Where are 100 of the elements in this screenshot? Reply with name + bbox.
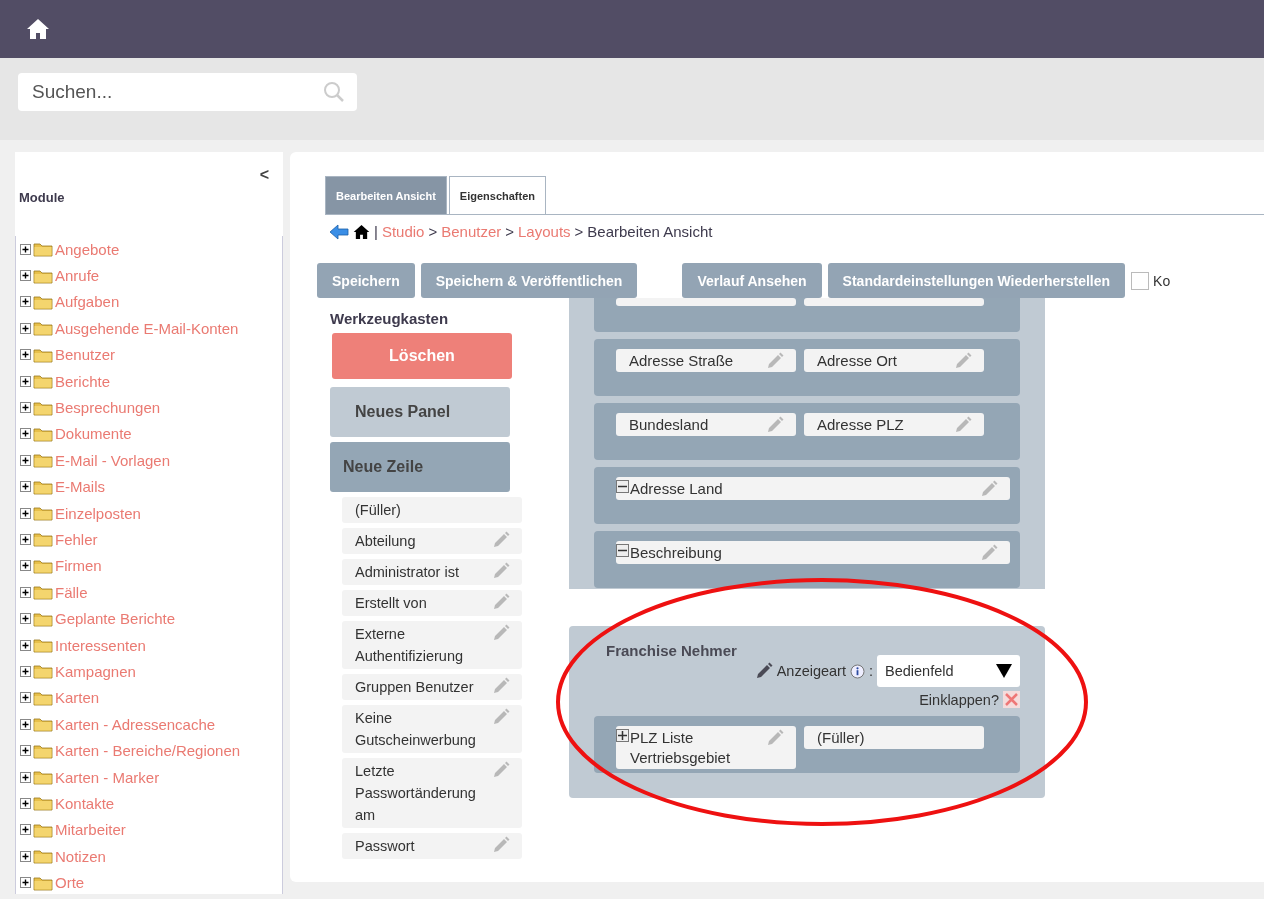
layout-field[interactable]: Bundesland	[616, 413, 796, 436]
module-link[interactable]: Dokumente	[55, 425, 132, 443]
folder-icon	[33, 452, 53, 469]
plus-icon[interactable]	[20, 692, 31, 704]
plus-icon[interactable]	[20, 375, 31, 387]
delete-button[interactable]: Löschen	[332, 333, 512, 379]
search-input[interactable]: Suchen...	[30, 80, 323, 104]
plus-icon[interactable]	[20, 665, 31, 677]
plus-icon[interactable]	[20, 850, 31, 862]
module-link[interactable]: Interessenten	[55, 636, 146, 654]
plus-icon[interactable]	[20, 322, 31, 334]
plus-icon[interactable]	[20, 534, 31, 545]
plus-icon[interactable]	[616, 729, 629, 742]
tab[interactable]: Eigenschaften	[448, 176, 547, 214]
breadcrumb-link[interactable]: Layouts	[518, 223, 571, 240]
display-type-select[interactable]: Bedienfeld	[877, 655, 1020, 687]
module-link[interactable]: Karten - Adressencache	[55, 715, 216, 733]
breadcrumb-link[interactable]: Benutzer	[441, 223, 502, 240]
layout-field[interactable]: (Füller)	[804, 726, 984, 749]
plus-icon[interactable]	[20, 824, 31, 836]
layout-field[interactable]	[804, 298, 984, 306]
collapse-toggle[interactable]	[1003, 691, 1020, 708]
module-link[interactable]: Karten - Marker	[55, 768, 160, 786]
module-link[interactable]: Geplante Berichte	[55, 610, 176, 628]
plus-icon[interactable]	[20, 349, 31, 361]
module-link[interactable]: Orte	[55, 874, 85, 892]
module-link[interactable]: Notizen	[55, 847, 106, 865]
module-link[interactable]: Kontakte	[55, 794, 115, 812]
new-panel-block[interactable]: Neues Panel	[330, 387, 510, 437]
folder-icon	[33, 874, 53, 891]
toolbox-field[interactable]: Keine Gutscheinwerbung	[342, 705, 522, 753]
plus-icon[interactable]	[20, 877, 31, 889]
module-link[interactable]: Karten - Bereiche/Regionen	[55, 742, 241, 760]
module-link[interactable]: Kampagnen	[55, 662, 136, 680]
layout-field[interactable]: Beschreibung	[616, 541, 1010, 564]
toolbox-field[interactable]: (Füller)	[342, 497, 522, 523]
info-icon[interactable]	[849, 663, 865, 679]
folder-icon	[33, 346, 53, 363]
minus-icon[interactable]	[616, 480, 629, 493]
plus-icon[interactable]	[20, 481, 31, 493]
collapse-button[interactable]: <	[259, 166, 269, 184]
module-link[interactable]: Firmen	[55, 557, 102, 575]
module-link[interactable]: Benutzer	[55, 346, 116, 364]
checkbox[interactable]	[1131, 271, 1150, 290]
toolbar-button[interactable]: Verlauf Ansehen	[682, 263, 822, 298]
module-link[interactable]: Aufgaben	[55, 293, 120, 311]
module-link[interactable]: Mitarbeiter	[55, 821, 126, 839]
back-arrow-icon[interactable]	[329, 223, 349, 240]
plus-icon[interactable]	[20, 402, 31, 414]
toolbox-field[interactable]: Erstellt von	[342, 590, 522, 616]
home-icon[interactable]	[353, 223, 370, 240]
plus-icon[interactable]	[20, 745, 31, 757]
module-link[interactable]: Anrufe	[55, 267, 100, 285]
module-link[interactable]: Angebote	[55, 240, 120, 258]
module-link[interactable]: Karten	[55, 689, 100, 707]
module-link[interactable]: Besprechungen	[55, 399, 161, 417]
module-link[interactable]: Fälle	[55, 583, 88, 601]
plus-icon[interactable]	[20, 586, 31, 598]
toolbox-field[interactable]: Externe Authentifizierung	[342, 621, 522, 669]
toolbar-button[interactable]: Standardeinstellungen Wiederherstellen	[827, 263, 1126, 298]
tab[interactable]: Bearbeiten Ansicht	[325, 176, 447, 214]
panel-title: Franchise Nehmer	[606, 642, 738, 659]
plus-icon[interactable]	[20, 243, 31, 255]
toolbox-field[interactable]: Administrator ist	[342, 559, 522, 585]
plus-icon[interactable]	[20, 613, 31, 625]
toolbar-button[interactable]: Speichern	[317, 263, 415, 298]
layout-field[interactable]: Adresse Ort	[804, 349, 984, 372]
module-link[interactable]: E-Mails	[55, 478, 105, 496]
plus-icon[interactable]	[20, 507, 31, 519]
new-row-block[interactable]: Neue Zeile	[330, 442, 510, 492]
module-link[interactable]: Einzelposten	[55, 504, 141, 522]
search-field[interactable]: Suchen...	[18, 73, 357, 111]
plus-icon[interactable]	[20, 639, 31, 651]
toolbox-field[interactable]: Letzte Passwortänderung am	[342, 758, 522, 828]
plus-icon[interactable]	[20, 771, 31, 783]
plus-icon[interactable]	[20, 718, 31, 730]
layout-field[interactable]	[616, 298, 796, 306]
plus-icon[interactable]	[20, 270, 31, 282]
toolbox-field[interactable]: Passwort	[342, 833, 522, 859]
minus-icon[interactable]	[616, 544, 629, 557]
plus-icon[interactable]	[20, 560, 31, 572]
toolbar-button[interactable]: Speichern & Veröffentlichen	[420, 263, 638, 298]
module-link[interactable]: Ausgehende E-Mail-Konten	[55, 319, 239, 337]
toolbox-field[interactable]: Gruppen Benutzer	[342, 674, 522, 700]
toolbox-field[interactable]: Abteilung	[342, 528, 522, 554]
plus-icon[interactable]	[20, 454, 31, 466]
module-link[interactable]: E-Mail - Vorlagen	[55, 451, 171, 469]
breadcrumb-link[interactable]: Studio	[381, 223, 425, 240]
layout-field[interactable]: Adresse Land	[616, 477, 1010, 500]
home-icon[interactable]	[26, 18, 50, 40]
layout-field[interactable]: PLZ Liste Vertriebsgebiet	[616, 726, 796, 769]
layout-field[interactable]: Adresse Straße	[616, 349, 796, 372]
edit-icon[interactable]	[754, 662, 773, 680]
plus-icon[interactable]	[20, 428, 31, 440]
folder-icon	[33, 584, 53, 601]
module-link[interactable]: Berichte	[55, 372, 111, 390]
plus-icon[interactable]	[20, 797, 31, 809]
layout-field[interactable]: Adresse PLZ	[804, 413, 984, 436]
plus-icon[interactable]	[20, 296, 31, 308]
module-link[interactable]: Fehler	[55, 531, 98, 548]
